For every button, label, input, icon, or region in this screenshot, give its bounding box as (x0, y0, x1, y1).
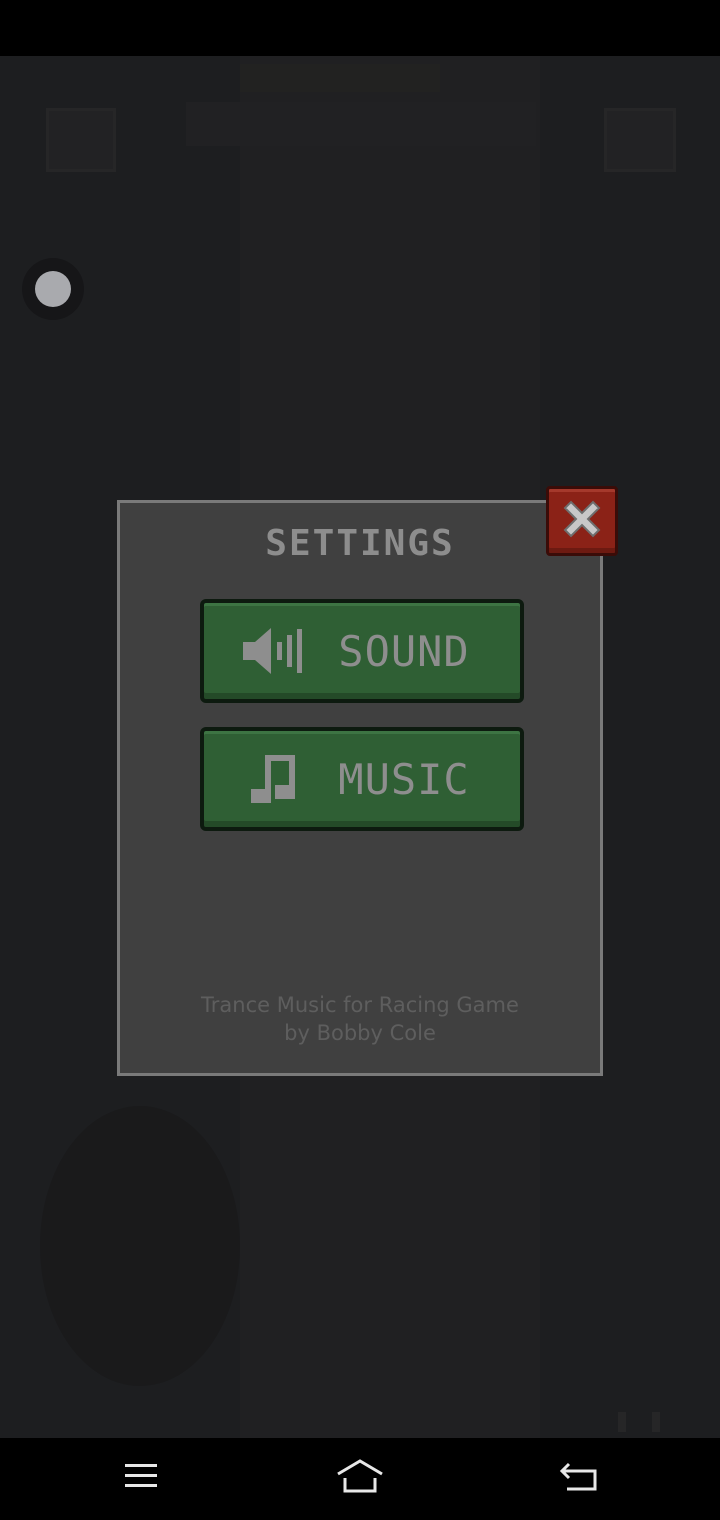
nav-back-button[interactable] (554, 1456, 604, 1500)
sound-label: SOUND (338, 626, 470, 676)
sound-button[interactable]: SOUND (200, 599, 524, 703)
settings-dialog: SETTINGS SOUND MUSIC Trance Music for Ra… (117, 500, 603, 1076)
music-button[interactable]: MUSIC (200, 727, 524, 831)
background-shape (40, 1106, 240, 1386)
close-button[interactable] (546, 486, 618, 556)
navigation-bar (0, 1438, 720, 1520)
hud-score-bar-dimmed (186, 102, 536, 146)
back-icon (559, 1460, 599, 1496)
status-bar (0, 0, 720, 56)
hud-pause-button-dimmed (604, 108, 676, 172)
music-note-icon (238, 744, 308, 814)
home-icon (335, 1458, 385, 1498)
dialog-title: SETTINGS (265, 523, 455, 564)
assistive-touch-button[interactable] (22, 258, 84, 320)
nav-home-button[interactable] (335, 1456, 385, 1500)
assistive-touch-dot (35, 271, 71, 307)
music-label: MUSIC (338, 754, 470, 804)
credits-line-1: Trance Music for Racing Game (201, 993, 519, 1017)
hud-settings-button-dimmed (46, 108, 116, 172)
menu-icon (123, 1462, 159, 1494)
nav-menu-button[interactable] (116, 1456, 166, 1500)
hud-title-shadow (240, 64, 440, 92)
close-icon (559, 496, 605, 546)
music-credits: Trance Music for Racing Game by Bobby Co… (120, 991, 600, 1047)
speaker-icon (238, 616, 308, 686)
credits-line-2: by Bobby Cole (284, 1021, 436, 1045)
